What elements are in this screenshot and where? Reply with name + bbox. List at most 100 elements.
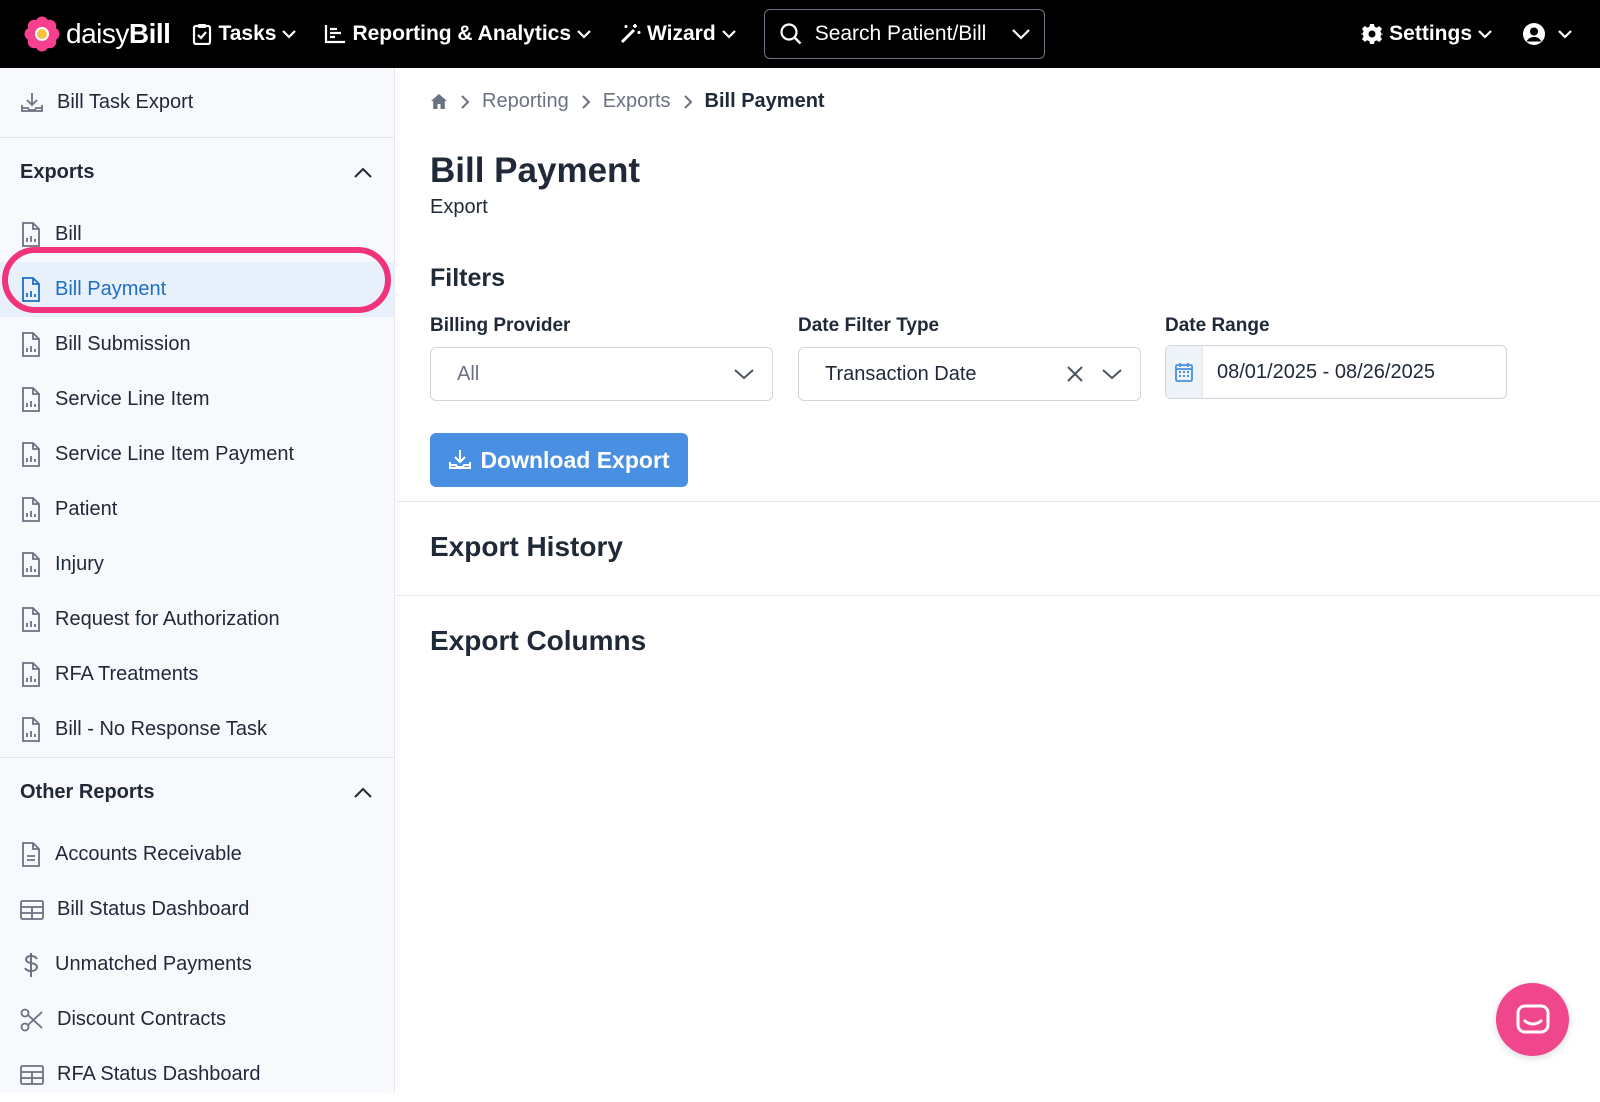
sidebar-item-bill-no-response-task[interactable]: Bill - No Response Task bbox=[0, 702, 394, 757]
document-chart-icon bbox=[22, 331, 40, 357]
chevron-up-icon bbox=[354, 787, 372, 798]
sidebar-item-rfa-treatments[interactable]: RFA Treatments bbox=[0, 647, 394, 702]
breadcrumb-reporting[interactable]: Reporting bbox=[482, 90, 569, 113]
brand-logo[interactable]: daisyBill bbox=[24, 16, 171, 52]
other-reports-list: Accounts Receivable Bill Status Dashboard… bbox=[0, 827, 394, 1102]
document-chart-icon bbox=[22, 716, 40, 742]
export-columns-title[interactable]: Export Columns bbox=[430, 625, 646, 657]
nav-tasks[interactable]: Tasks bbox=[192, 22, 297, 46]
page-subtitle: Export bbox=[430, 196, 488, 218]
user-menu[interactable] bbox=[1522, 22, 1572, 46]
chevron-down-icon bbox=[577, 30, 591, 39]
table-icon bbox=[20, 899, 44, 920]
chat-icon bbox=[1516, 1004, 1549, 1033]
document-text-icon bbox=[22, 841, 40, 867]
top-navbar: daisyBill Tasks Reporting & Analytics Wi… bbox=[0, 0, 1600, 68]
sidebar-item-label: Injury bbox=[55, 553, 104, 575]
chevron-down-icon bbox=[1102, 369, 1122, 380]
breadcrumb: Reporting Exports Bill Payment bbox=[430, 90, 825, 113]
download-tray-icon bbox=[21, 92, 43, 112]
nav-settings[interactable]: Settings bbox=[1361, 22, 1492, 46]
nav-tasks-label: Tasks bbox=[218, 22, 277, 45]
exports-list: Bill Bill Payment Bill Submission Service L… bbox=[0, 207, 394, 757]
chat-launcher-button[interactable] bbox=[1496, 983, 1569, 1056]
sidebar-section-other-reports[interactable]: Other Reports bbox=[0, 757, 394, 827]
sidebar-item-label: Request for Authorization bbox=[55, 608, 280, 630]
sidebar-item-rfa-status-dashboard[interactable]: RFA Status Dashboard bbox=[0, 1047, 394, 1102]
divider bbox=[396, 595, 1600, 596]
nav-settings-label: Settings bbox=[1389, 22, 1472, 45]
dollar-icon bbox=[24, 952, 39, 977]
sidebar: Bill Task Export Exports Bill Bill Paymen… bbox=[0, 68, 395, 1093]
download-export-button[interactable]: Download Export bbox=[430, 433, 688, 487]
sidebar-item-label: Bill Payment bbox=[55, 278, 167, 300]
sidebar-item-bill-payment[interactable]: Bill Payment bbox=[0, 262, 394, 317]
sidebar-item-label: Bill Status Dashboard bbox=[57, 898, 250, 920]
breadcrumb-current: Bill Payment bbox=[704, 90, 825, 112]
search-icon bbox=[780, 23, 802, 45]
divider bbox=[396, 501, 1600, 502]
gear-icon bbox=[1361, 24, 1384, 44]
chevron-down-icon bbox=[1558, 30, 1572, 39]
date-filter-type-select[interactable]: Transaction Date bbox=[798, 347, 1141, 401]
chevron-right-icon bbox=[461, 94, 470, 109]
chevron-down-icon bbox=[282, 30, 297, 39]
brand-name-bold: Bill bbox=[128, 18, 171, 49]
sidebar-item-injury[interactable]: Injury bbox=[0, 537, 394, 592]
document-chart-icon bbox=[22, 276, 40, 302]
document-chart-icon bbox=[22, 386, 40, 412]
sidebar-section-exports[interactable]: Exports bbox=[0, 137, 394, 207]
sidebar-item-accounts-receivable[interactable]: Accounts Receivable bbox=[0, 827, 394, 882]
sidebar-item-bill-task-export[interactable]: Bill Task Export bbox=[0, 68, 394, 137]
sidebar-item-label: Unmatched Payments bbox=[55, 953, 252, 975]
sidebar-item-discount-contracts[interactable]: Discount Contracts bbox=[0, 992, 394, 1047]
sidebar-item-bill-status-dashboard[interactable]: Bill Status Dashboard bbox=[0, 882, 394, 937]
clear-x-icon[interactable] bbox=[1066, 365, 1084, 383]
nav-reporting-label: Reporting & Analytics bbox=[352, 22, 572, 45]
document-chart-icon bbox=[22, 661, 40, 687]
chevron-right-icon bbox=[683, 94, 692, 109]
sidebar-item-label: Accounts Receivable bbox=[55, 843, 242, 865]
scissors-icon bbox=[20, 1008, 43, 1031]
chart-bar-icon bbox=[325, 25, 346, 44]
billing-provider-select[interactable]: All bbox=[430, 347, 773, 401]
brand-name: daisyBill bbox=[66, 18, 171, 50]
sidebar-item-service-line-item-payment[interactable]: Service Line Item Payment bbox=[0, 427, 394, 482]
search-patient-bill[interactable]: Search Patient/Bill bbox=[763, 9, 1045, 59]
clipboard-check-icon bbox=[193, 24, 212, 45]
breadcrumb-exports[interactable]: Exports bbox=[603, 90, 671, 113]
date-filter-type-label: Date Filter Type bbox=[798, 315, 940, 336]
document-chart-icon bbox=[22, 221, 40, 247]
sidebar-item-service-line-item[interactable]: Service Line Item bbox=[0, 372, 394, 427]
main-content: Reporting Exports Bill Payment Bill Paym… bbox=[396, 68, 1600, 1093]
date-filter-type-value: Transaction Date bbox=[825, 362, 977, 385]
billing-provider-value: All bbox=[457, 362, 480, 385]
page-title: Bill Payment bbox=[430, 151, 641, 190]
sidebar-item-label: Patient bbox=[55, 498, 118, 520]
sidebar-item-label: Service Line Item Payment bbox=[55, 443, 294, 465]
sidebar-item-patient[interactable]: Patient bbox=[0, 482, 394, 537]
sidebar-item-label: Bill - No Response Task bbox=[55, 718, 267, 740]
sidebar-item-bill-submission[interactable]: Bill Submission bbox=[0, 317, 394, 372]
sidebar-item-label: Bill Task Export bbox=[57, 91, 194, 113]
sidebar-item-request-for-authorization[interactable]: Request for Authorization bbox=[0, 592, 394, 647]
nav-reporting-analytics[interactable]: Reporting & Analytics bbox=[324, 22, 591, 46]
brand-name-light: daisy bbox=[66, 18, 129, 49]
table-icon bbox=[20, 1064, 44, 1085]
home-icon[interactable] bbox=[430, 93, 448, 110]
nav-wizard-label: Wizard bbox=[647, 22, 716, 45]
calendar-icon-box bbox=[1166, 346, 1203, 398]
sidebar-item-label: RFA Treatments bbox=[55, 663, 199, 685]
chevron-down-icon bbox=[721, 30, 736, 39]
sidebar-item-unmatched-payments[interactable]: Unmatched Payments bbox=[0, 937, 394, 992]
chevron-up-icon bbox=[354, 167, 372, 178]
date-range-input[interactable]: 08/01/2025 - 08/26/2025 bbox=[1165, 345, 1507, 399]
filters-title: Filters bbox=[430, 264, 506, 292]
chevron-right-icon bbox=[582, 94, 591, 109]
sidebar-item-label: Service Line Item bbox=[55, 388, 210, 410]
nav-wizard[interactable]: Wizard bbox=[619, 22, 736, 46]
sidebar-item-bill[interactable]: Bill bbox=[0, 207, 394, 262]
top-right-menu: Settings bbox=[1361, 22, 1572, 46]
document-chart-icon bbox=[22, 496, 40, 522]
export-history-title[interactable]: Export History bbox=[430, 531, 623, 563]
